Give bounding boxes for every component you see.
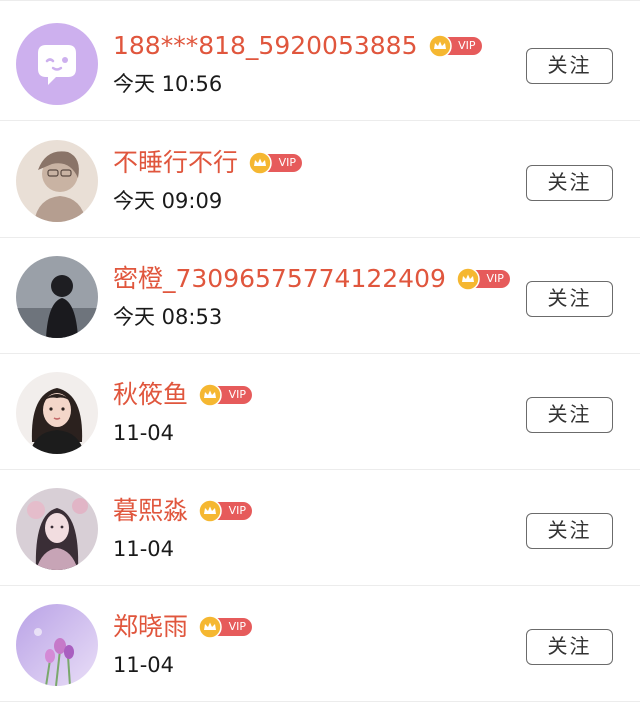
follow-time: 今天 08:53 [113,305,223,329]
follow-time: 今天 10:56 [113,72,223,96]
crown-icon [248,151,272,175]
vip-badge: VIP [198,383,253,407]
follow-time: 今天 09:09 [113,189,223,213]
vip-badge: VIP [248,151,303,175]
follow-time: 11-04 [113,537,175,561]
follower-list: 188***818_5920053885 VIP 今天 10:56 关注 不睡行… [0,0,640,704]
list-item[interactable]: 密橙_73096575774122409 VIP 今天 08:53 关注 [0,238,640,354]
user-photo-avatar[interactable] [16,372,98,454]
follow-button[interactable]: 关注 [526,629,613,665]
user-name[interactable]: 密橙_73096575774122409 [113,262,446,296]
follow-button[interactable]: 关注 [526,48,613,84]
follow-time: 11-04 [113,653,175,677]
list-item[interactable]: 188***818_5920053885 VIP 今天 10:56 关注 [0,5,640,121]
vip-badge: VIP [198,615,253,639]
list-item[interactable]: 秋筱鱼 VIP 11-04 关注 [0,354,640,470]
crown-icon [456,267,480,291]
user-name[interactable]: 暮熙淼 [113,494,188,528]
crown-icon [198,499,222,523]
follow-button[interactable]: 关注 [526,165,613,201]
user-name-line: 不睡行不行 VIP [113,146,303,180]
user-name-line: 暮熙淼 VIP [113,494,253,528]
user-name[interactable]: 188***818_5920053885 [113,29,418,63]
vip-badge: VIP [198,499,253,523]
list-item[interactable]: 暮熙淼 VIP 11-04 关注 [0,470,640,586]
follow-button[interactable]: 关注 [526,397,613,433]
user-photo-avatar[interactable] [16,256,98,338]
user-photo-avatar[interactable] [16,488,98,570]
user-photo-avatar[interactable] [16,604,98,686]
user-name-line: 郑晓雨 VIP [113,610,253,644]
crown-icon [198,615,222,639]
follow-time: 11-04 [113,421,175,445]
follow-button[interactable]: 关注 [526,281,613,317]
list-item[interactable]: 郑晓雨 VIP 11-04 关注 [0,586,640,702]
default-avatar-icon[interactable] [16,23,98,105]
user-name[interactable]: 郑晓雨 [113,610,188,644]
user-photo-avatar[interactable] [16,140,98,222]
user-name[interactable]: 秋筱鱼 [113,378,188,412]
vip-badge: VIP [427,34,482,58]
follow-button[interactable]: 关注 [526,513,613,549]
user-name-line: 188***818_5920053885 VIP [113,29,482,63]
crown-icon [427,34,452,58]
vip-badge: VIP [456,267,510,291]
list-item[interactable]: 不睡行不行 VIP 今天 09:09 关注 [0,122,640,238]
crown-icon [198,383,222,407]
user-name-line: 秋筱鱼 VIP [113,378,253,412]
user-name[interactable]: 不睡行不行 [113,146,238,180]
user-name-line: 密橙_73096575774122409 VIP [113,262,510,296]
